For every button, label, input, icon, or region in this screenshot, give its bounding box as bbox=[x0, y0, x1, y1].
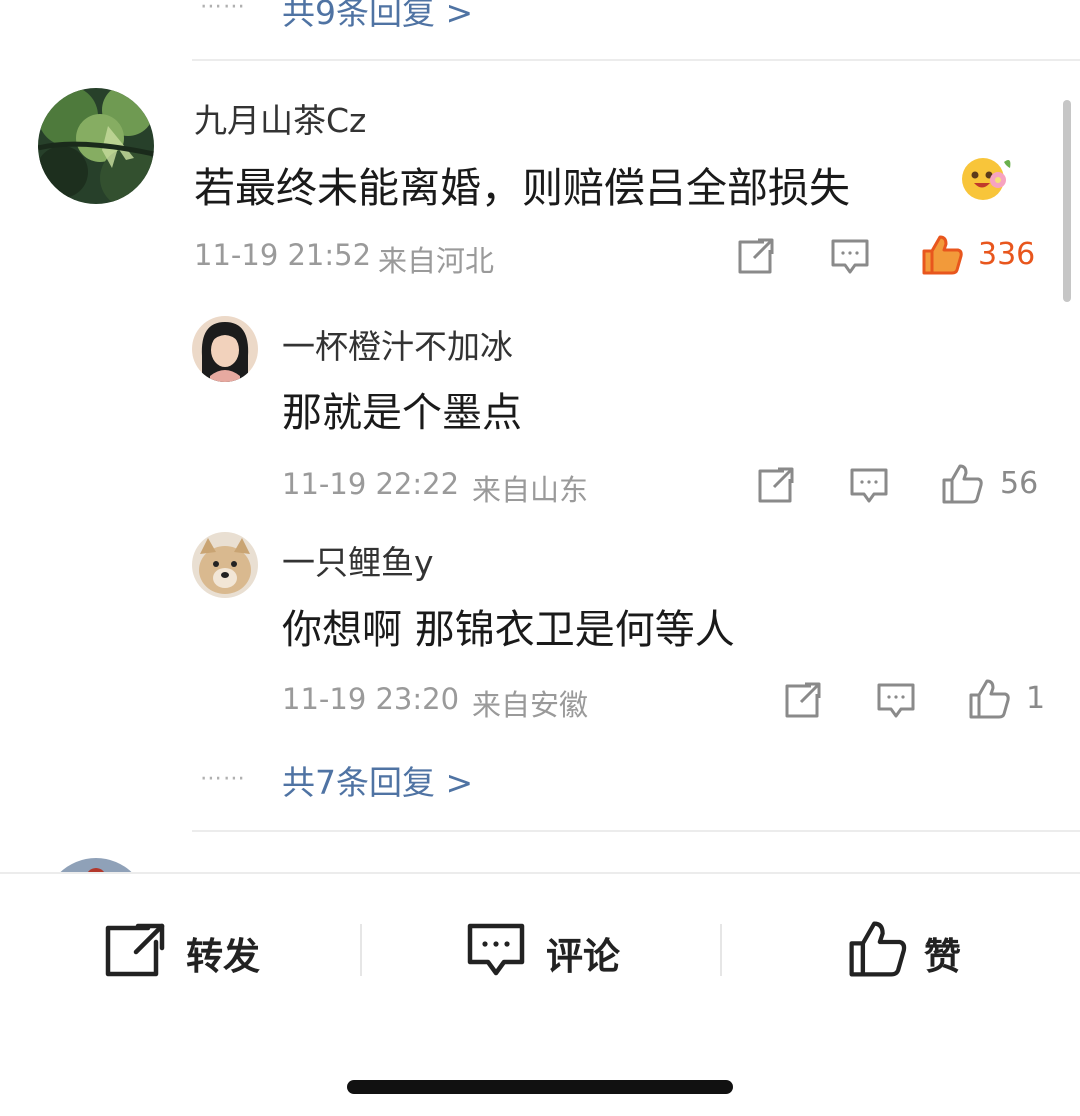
more-replies-link[interactable]: 共7条回复 > bbox=[282, 756, 473, 804]
more-replies-link-top[interactable]: 共9条回复 > bbox=[282, 0, 473, 34]
toolbar-separator bbox=[720, 924, 722, 976]
avatar[interactable] bbox=[38, 88, 154, 204]
reply-time: 11-19 22:22 bbox=[282, 467, 460, 501]
comment-icon[interactable] bbox=[849, 467, 889, 505]
comment-username[interactable]: 九月山茶Cz bbox=[194, 94, 366, 142]
home-indicator[interactable] bbox=[347, 1080, 733, 1094]
avatar[interactable] bbox=[192, 532, 258, 598]
like-label: 赞 bbox=[924, 935, 961, 978]
reply-location: 来自安徽 bbox=[472, 688, 589, 722]
reply-time: 11-19 23:20 bbox=[282, 682, 460, 716]
thumbs-up-icon[interactable] bbox=[940, 462, 984, 506]
divider bbox=[192, 59, 1080, 61]
repost-label: 转发 bbox=[186, 935, 260, 978]
flower-blush-emoji-icon bbox=[956, 152, 1014, 202]
toolbar-separator bbox=[360, 924, 362, 976]
reply-location: 来自山东 bbox=[472, 473, 589, 507]
divider bbox=[192, 830, 1080, 832]
thumbs-up-icon bbox=[846, 918, 908, 980]
reply-dots: ⋯⋯ bbox=[200, 0, 246, 19]
thumbs-up-icon[interactable] bbox=[967, 677, 1011, 721]
repost-icon bbox=[104, 922, 166, 978]
comment-location: 来自河北 bbox=[378, 244, 495, 278]
comment-time: 11-19 21:52 bbox=[194, 238, 372, 272]
like-button[interactable]: 赞 bbox=[846, 916, 986, 982]
scrollbar[interactable] bbox=[1063, 100, 1071, 302]
comment-label: 评论 bbox=[546, 935, 620, 978]
reply-dots: ⋯⋯ bbox=[200, 766, 246, 791]
repost-icon[interactable] bbox=[736, 236, 776, 276]
reply-username[interactable]: 一杯橙汁不加冰 bbox=[282, 320, 513, 368]
repost-button[interactable]: 转发 bbox=[104, 918, 304, 982]
avatar[interactable] bbox=[192, 316, 258, 382]
reply-text: 那就是个墨点 bbox=[282, 390, 522, 436]
thumbs-up-icon[interactable] bbox=[920, 233, 964, 277]
comment-icon[interactable] bbox=[830, 238, 870, 276]
repost-icon[interactable] bbox=[756, 465, 796, 505]
comment-button[interactable]: 评论 bbox=[466, 918, 666, 982]
repost-icon[interactable] bbox=[783, 680, 823, 720]
comment-icon[interactable] bbox=[876, 682, 916, 720]
reply-like-count: 1 bbox=[1026, 681, 1046, 716]
reply-username[interactable]: 一只鲤鱼y bbox=[282, 536, 434, 584]
comment-icon bbox=[466, 922, 526, 978]
reply-text: 你想啊 那锦衣卫是何等人 bbox=[282, 607, 735, 653]
bottom-toolbar: 转发 评论 赞 bbox=[0, 872, 1080, 1116]
reply-like-count: 56 bbox=[1000, 466, 1039, 501]
comment-like-count: 336 bbox=[978, 237, 1036, 272]
comment-text: 若最终未能离婚，则赔偿吕全部损失 bbox=[194, 164, 850, 212]
